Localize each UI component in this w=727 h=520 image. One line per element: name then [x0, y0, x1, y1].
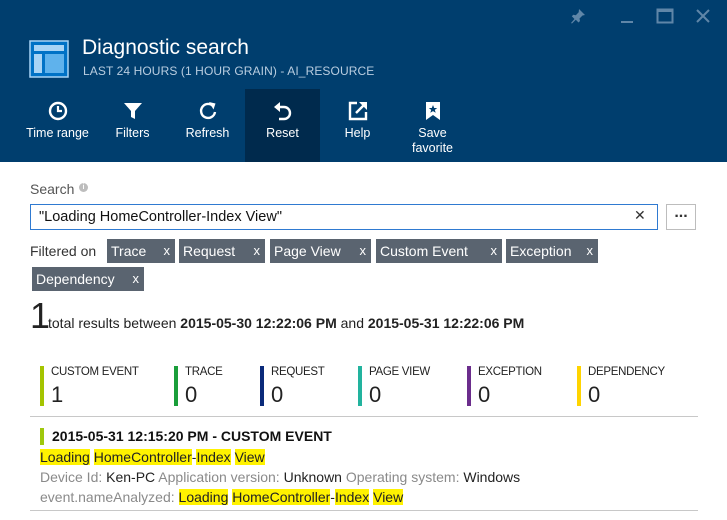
filter-tag-label: Dependency [36, 271, 115, 287]
category-count: 0 [478, 382, 491, 407]
help-button[interactable]: Help [320, 89, 395, 162]
external-link-icon [320, 101, 395, 121]
help-label: Help [344, 126, 371, 140]
filter-tag-label: Request [183, 243, 236, 259]
save-favorite-label: Save favorite [412, 126, 453, 155]
remove-filter-icon[interactable]: x [360, 239, 367, 263]
category-count: 0 [271, 382, 284, 407]
reset-button[interactable]: Reset [245, 89, 320, 162]
clock-icon [20, 101, 95, 121]
result-title[interactable]: 2015-05-31 12:15:20 PM - CUSTOM EVENT [52, 428, 332, 444]
refresh-button[interactable]: Refresh [170, 89, 245, 162]
category-name: PAGE VIEW [369, 366, 430, 378]
app-version-label: Application version: [158, 469, 280, 485]
category-count: 0 [369, 382, 382, 407]
app-version-value: Unknown [283, 469, 342, 485]
search-label: Search [30, 181, 75, 197]
category-color-bar [467, 366, 471, 406]
category-name: EXCEPTION [478, 366, 542, 378]
category-name: TRACE [185, 366, 223, 378]
filter-tag-exception: Exception x [506, 239, 598, 263]
category-name: DEPENDENCY [588, 366, 665, 378]
result-name-analyzed: event.nameAnalyzed: Loading HomeControll… [40, 489, 404, 505]
filter-tag-label: Exception [510, 243, 572, 259]
os-value: Windows [463, 469, 521, 485]
filter-tag-label: Trace [111, 243, 147, 259]
summary-prefix: total results between [48, 315, 177, 331]
category-color-bar [577, 366, 581, 406]
search-input[interactable] [39, 208, 619, 226]
remove-filter-icon[interactable]: x [491, 239, 498, 263]
category-count: 0 [588, 382, 601, 407]
time-range-label: Time range [26, 126, 89, 140]
more-options-button[interactable]: ... [666, 204, 696, 230]
blade-title: Diagnostic search [82, 36, 249, 59]
blade-subtitle: LAST 24 HOURS (1 HOUR GRAIN) - AI_RESOUR… [83, 64, 375, 78]
search-highlight: HomeController [93, 449, 192, 465]
filter-tag-label: Page View [274, 243, 341, 259]
save-favorite-button[interactable]: Save favorite [395, 89, 470, 162]
category-color-bar [40, 366, 44, 406]
device-id-label: Device Id: [40, 469, 103, 485]
category-name: CUSTOM EVENT [51, 366, 139, 378]
remove-filter-icon[interactable]: x [587, 239, 594, 263]
bookmark-star-icon [395, 101, 470, 121]
summary-end-date: 2015-05-31 12:22:06 PM [367, 315, 525, 331]
minimize-icon[interactable] [617, 6, 637, 26]
info-icon[interactable]: i [79, 183, 88, 192]
filter-tag-custom-event: Custom Event x [376, 239, 502, 263]
category-color-bar [174, 366, 178, 406]
refresh-label: Refresh [185, 126, 230, 140]
remove-filter-icon[interactable]: x [254, 239, 261, 263]
search-highlight: View [234, 449, 265, 465]
maximize-icon[interactable] [655, 6, 675, 26]
filter-tag-label: Custom Event [380, 243, 468, 259]
reset-label: Reset [266, 126, 299, 140]
os-label: Operating system: [345, 469, 460, 485]
category-count: 1 [51, 382, 64, 407]
result-type-color-bar [40, 428, 44, 445]
close-window-icon[interactable] [693, 6, 713, 26]
divider [30, 416, 698, 417]
blade-header: Diagnostic search LAST 24 HOURS (1 HOUR … [0, 0, 727, 162]
summary-start-date: 2015-05-30 12:22:06 PM [180, 315, 337, 331]
divider [30, 510, 698, 511]
time-range-button[interactable]: Time range [20, 89, 95, 162]
name-analyzed-label: event.nameAnalyzed: [40, 489, 175, 505]
funnel-icon [95, 101, 170, 121]
filter-tag-dependency: Dependency x [32, 267, 144, 291]
filters-label: Filters [115, 126, 150, 140]
category-count: 0 [185, 382, 198, 407]
refresh-icon [170, 101, 245, 121]
remove-filter-icon[interactable]: x [164, 239, 171, 263]
filtered-on-label: Filtered on [30, 243, 97, 259]
category-color-bar [358, 366, 362, 406]
filter-tag-page-view: Page View x [270, 239, 371, 263]
search-highlight: Loading [40, 449, 90, 465]
pin-icon[interactable] [568, 6, 588, 26]
filters-button[interactable]: Filters [95, 89, 170, 162]
undo-icon [245, 101, 320, 121]
search-highlight: Index [196, 449, 231, 465]
remove-filter-icon[interactable]: x [133, 267, 140, 291]
result-properties: Device Id: Ken-PC Application version: U… [40, 469, 520, 485]
clear-search-icon[interactable]: ✕ [634, 207, 646, 224]
search-highlight: View [373, 489, 404, 505]
summary-joiner: and [340, 315, 364, 331]
search-box: ✕ [30, 204, 658, 230]
device-id-value: Ken-PC [106, 469, 156, 485]
blade-icon [29, 40, 69, 78]
command-bar: Time range Filters Refresh Reset Help Sa… [20, 89, 470, 162]
results-summary: total results between 2015-05-30 12:22:0… [48, 315, 524, 331]
result-message: Loading HomeController-Index View [40, 449, 265, 465]
search-highlight: HomeController [232, 489, 331, 505]
filter-tag-trace: Trace x [107, 239, 175, 263]
search-highlight: Loading [178, 489, 229, 505]
category-color-bar [260, 366, 264, 406]
search-highlight: Index [334, 489, 370, 505]
filter-tag-request: Request x [179, 239, 265, 263]
category-name: REQUEST [271, 366, 325, 378]
